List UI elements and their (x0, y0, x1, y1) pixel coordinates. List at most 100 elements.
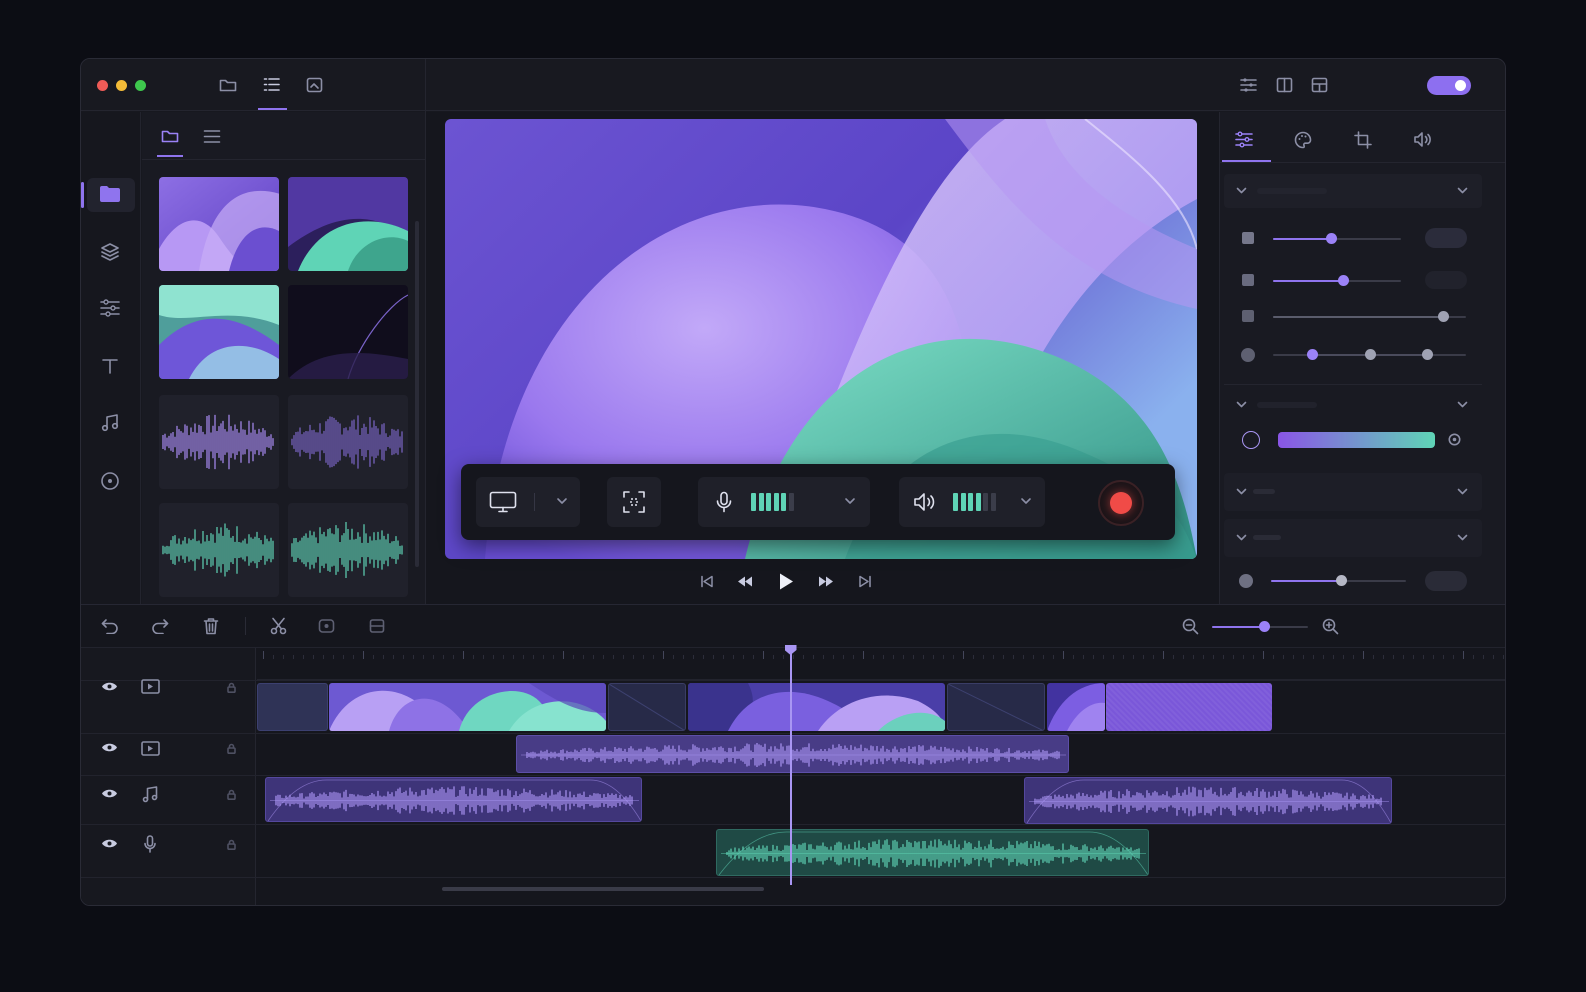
undo-icon[interactable] (101, 618, 119, 634)
trash-icon[interactable] (203, 617, 219, 635)
media-item-audio[interactable] (159, 395, 279, 489)
ruler-tick (983, 655, 984, 659)
zoom-slider[interactable] (1212, 621, 1308, 632)
range-knob[interactable] (1364, 349, 1376, 360)
track-divider (81, 733, 1505, 734)
video-clip[interactable] (329, 683, 606, 731)
media-item-image[interactable] (288, 177, 408, 271)
zoom-out-icon[interactable] (1182, 618, 1199, 635)
lock-icon[interactable] (227, 839, 236, 850)
record-button[interactable] (1098, 480, 1144, 526)
ruler-tick (423, 655, 424, 659)
media-item-audio[interactable] (288, 395, 408, 489)
image-icon[interactable] (306, 77, 323, 93)
gradient-stop-icon[interactable] (1448, 433, 1461, 446)
layout-icon[interactable] (1311, 77, 1328, 93)
ruler-tick (513, 655, 514, 659)
zoom-in-icon[interactable] (1322, 618, 1339, 635)
opacity-slider[interactable] (1273, 233, 1401, 244)
inspector-tab-adjust-icon[interactable] (1235, 131, 1253, 148)
close-window-button[interactable] (97, 80, 108, 91)
music-icon[interactable] (101, 414, 119, 432)
fast-forward-icon[interactable] (818, 575, 834, 588)
ruler-tick (623, 655, 624, 659)
list-icon[interactable] (263, 76, 281, 93)
blur-slider[interactable] (1271, 575, 1406, 586)
voice-clip[interactable] (716, 829, 1149, 876)
redo-icon[interactable] (151, 618, 169, 634)
chevron-down-icon[interactable] (1236, 401, 1247, 409)
ruler-tick (1243, 655, 1244, 659)
visibility-eye-icon[interactable] (101, 838, 118, 849)
palette-icon[interactable] (1294, 131, 1312, 149)
video-clip[interactable] (608, 683, 686, 731)
audio-clip[interactable] (516, 735, 1069, 773)
rewind-icon[interactable] (737, 575, 753, 588)
lock-icon[interactable] (227, 789, 236, 800)
music-clip[interactable] (1024, 777, 1392, 824)
media-item-image[interactable] (288, 285, 408, 379)
ruler-tick (273, 655, 274, 659)
video-clip[interactable] (1047, 683, 1105, 731)
media-icon[interactable] (99, 185, 121, 203)
ruler-tick (1373, 655, 1374, 659)
volume-icon[interactable] (1413, 131, 1433, 148)
adjust-icon[interactable] (100, 299, 120, 317)
chevron-down-icon[interactable] (1020, 497, 1032, 506)
media-item-image[interactable] (159, 285, 279, 379)
media-tab-folder-icon[interactable] (161, 128, 179, 144)
video-track-icon (141, 741, 160, 756)
visibility-eye-icon[interactable] (101, 681, 118, 692)
lock-icon[interactable] (227, 743, 236, 754)
video-clip[interactable] (947, 683, 1045, 731)
media-tab-list-icon[interactable] (203, 129, 221, 144)
rotation-slider[interactable] (1273, 311, 1466, 322)
lock-icon[interactable] (227, 682, 236, 693)
music-clip[interactable] (265, 777, 642, 822)
time-ruler[interactable] (257, 648, 1505, 680)
ruler-tick (663, 651, 664, 659)
visibility-eye-icon[interactable] (101, 788, 118, 799)
scissors-icon[interactable] (270, 617, 287, 635)
opacity-toggle[interactable] (1425, 228, 1467, 248)
video-clip[interactable] (1106, 683, 1272, 731)
sliders-icon[interactable] (1240, 77, 1257, 93)
video-clip[interactable] (688, 683, 945, 731)
theme-toggle[interactable] (1427, 76, 1471, 95)
freeze-icon[interactable] (318, 618, 335, 634)
ruler-tick (333, 655, 334, 659)
skip-end-icon[interactable] (858, 575, 872, 588)
chevron-down-icon[interactable] (1457, 401, 1468, 409)
maximize-window-button[interactable] (135, 80, 146, 91)
chevron-down-icon[interactable] (844, 497, 856, 506)
section-title-placeholder (1253, 535, 1281, 540)
range-knob[interactable] (1306, 349, 1318, 360)
range-slider[interactable] (1273, 349, 1466, 360)
visibility-eye-icon[interactable] (101, 742, 118, 753)
folder-icon[interactable] (219, 77, 237, 93)
split-icon[interactable] (369, 618, 385, 634)
scale-slider[interactable] (1273, 275, 1401, 286)
media-item-audio[interactable] (159, 503, 279, 597)
sticker-icon[interactable] (100, 471, 120, 491)
columns-icon[interactable] (1276, 77, 1293, 93)
gradient-bar[interactable] (1278, 432, 1435, 448)
ruler-tick (953, 655, 954, 659)
skip-start-icon[interactable] (700, 575, 714, 588)
media-item-audio[interactable] (288, 503, 408, 597)
minimize-window-button[interactable] (116, 80, 127, 91)
ruler-tick (1233, 655, 1234, 659)
text-icon[interactable] (101, 357, 119, 375)
timeline-scrollbar[interactable] (442, 887, 764, 891)
blur-value-field[interactable] (1425, 571, 1467, 591)
color-swatch[interactable] (1242, 431, 1260, 449)
playhead[interactable] (784, 645, 797, 885)
crop-icon[interactable] (1354, 131, 1372, 149)
media-scrollbar[interactable] (415, 221, 419, 567)
layers-icon[interactable] (100, 242, 120, 262)
video-clip[interactable] (257, 683, 328, 731)
play-icon[interactable] (778, 572, 794, 591)
chevron-down-icon[interactable] (556, 497, 568, 506)
media-item-image[interactable] (159, 177, 279, 271)
scale-value-field[interactable] (1425, 271, 1467, 289)
